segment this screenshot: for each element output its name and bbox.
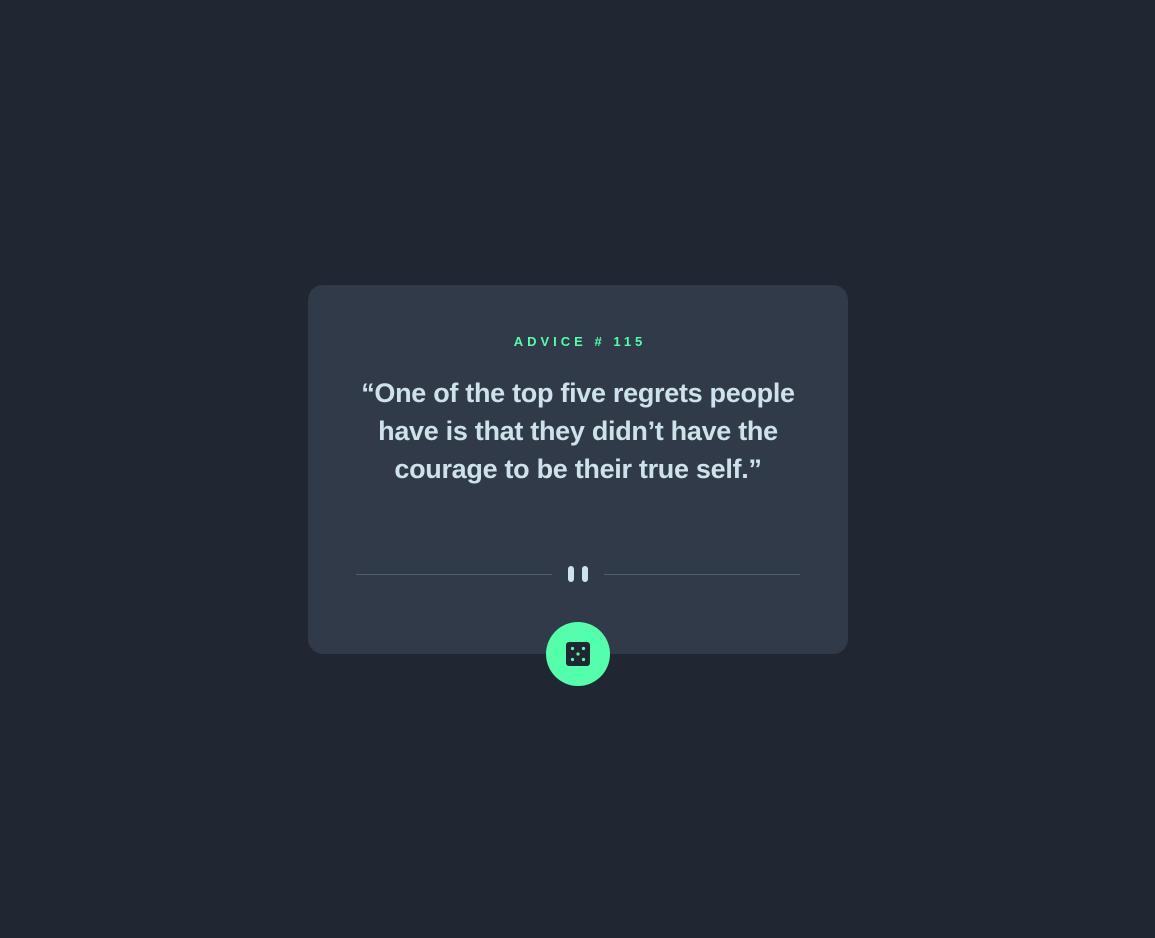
generate-advice-button[interactable]: [546, 622, 610, 686]
advice-card: ADVICE # 115 “One of the top five regret…: [308, 285, 848, 654]
divider-line-left: [356, 574, 552, 575]
pause-icon: [568, 566, 588, 582]
dice-icon: [566, 642, 590, 666]
pattern-divider: [356, 566, 800, 582]
advice-quote: “One of the top five regrets people have…: [361, 378, 795, 484]
advice-id-label: ADVICE: [513, 334, 587, 349]
advice-id: ADVICE # 115: [310, 335, 850, 349]
divider-line-right: [604, 574, 800, 575]
advice-id-number: 115: [613, 334, 647, 349]
advice-id-hash: #: [594, 334, 606, 349]
